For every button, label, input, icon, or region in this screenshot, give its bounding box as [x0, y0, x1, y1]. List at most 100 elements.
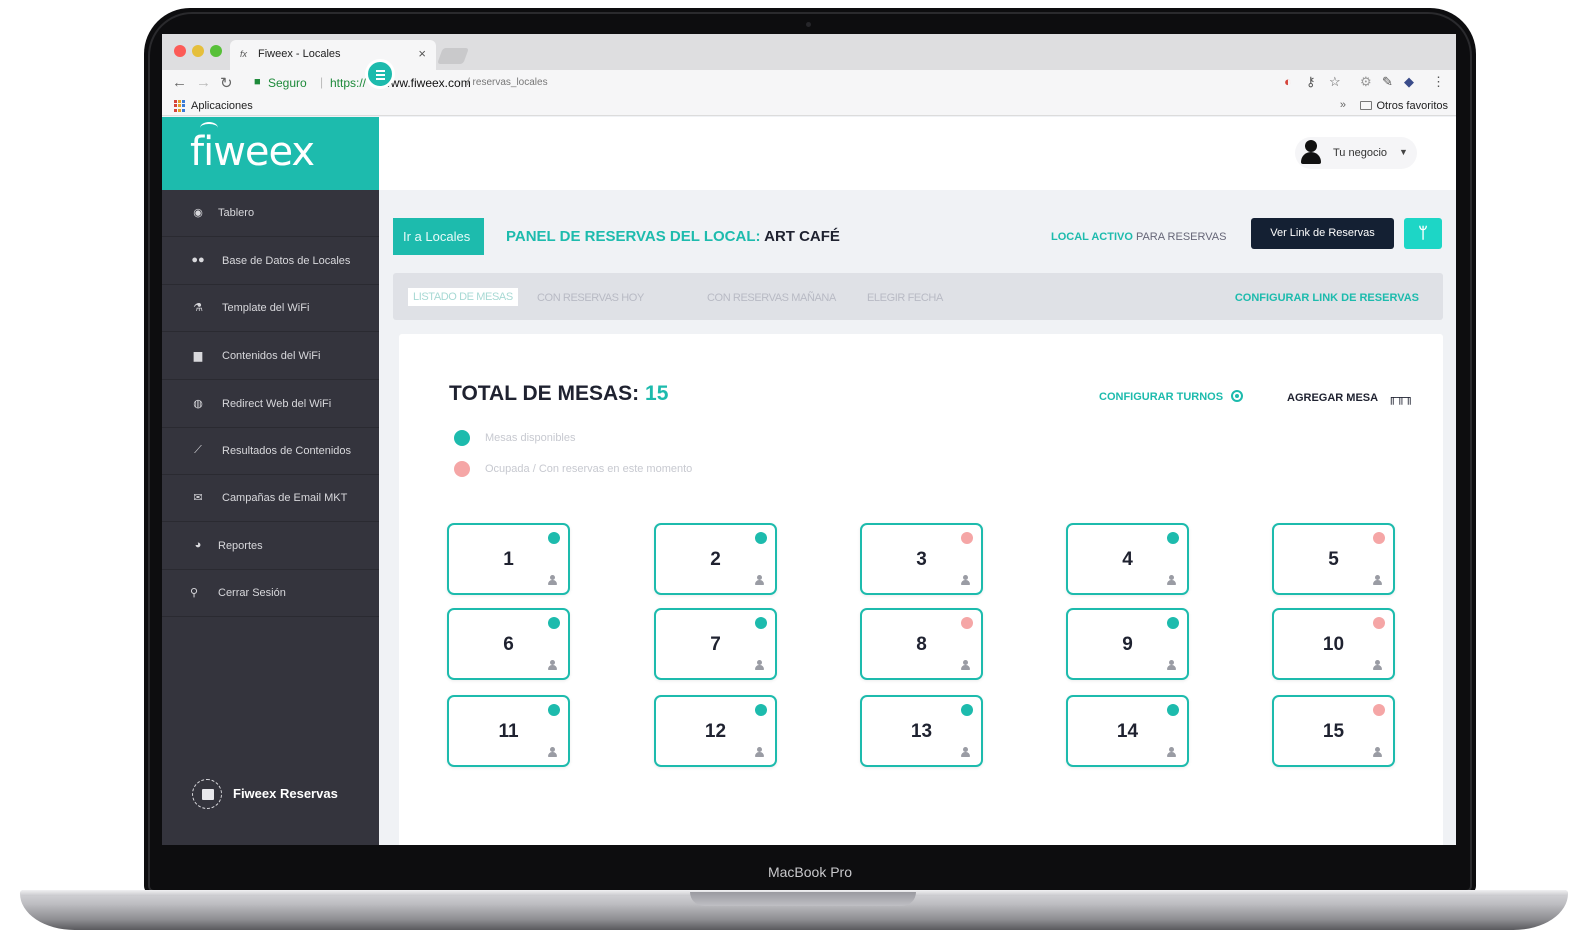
status-dot-icon — [548, 704, 560, 716]
table-card[interactable]: 12 — [654, 695, 777, 767]
key-icon[interactable]: ⚷ — [1306, 74, 1316, 90]
status-dot-icon — [755, 617, 767, 629]
bookmarks-overflow-icon[interactable]: » — [1340, 99, 1346, 111]
view-reservation-link-button[interactable]: Ver Link de Reservas — [1251, 218, 1394, 249]
envelope-icon: ✉ — [193, 492, 203, 504]
configure-link-button[interactable]: CONFIGURAR LINK DE RESERVAS — [1235, 292, 1419, 304]
table-card[interactable]: 5 — [1272, 523, 1395, 595]
sidebar-item-redirect-web[interactable]: ◍ Redirect Web del WiFi — [162, 381, 379, 428]
table-card[interactable]: 8 — [860, 608, 983, 680]
search-icon: ⚲ — [189, 587, 199, 599]
favicon-icon: fx — [240, 49, 248, 59]
close-window-button[interactable] — [174, 45, 186, 57]
pie-chart-icon: ◕ — [194, 539, 202, 551]
other-bookmarks[interactable]: Otros favoritos — [1360, 100, 1448, 112]
status-dot-icon — [961, 532, 973, 544]
shield-icon[interactable]: ◆ — [1404, 74, 1414, 90]
users-icon: ●● — [191, 254, 205, 266]
available-dot-icon — [454, 430, 470, 446]
occupied-dot-icon — [454, 461, 470, 477]
status-dot-icon — [1167, 532, 1179, 544]
person-icon — [961, 660, 970, 670]
apps-grid-icon[interactable] — [174, 100, 186, 112]
maximize-window-button[interactable] — [210, 45, 222, 57]
page: MacBook Pro fx Fiweex - Locales × ← → ↻ … — [0, 0, 1575, 936]
star-icon[interactable]: ☆ — [1329, 74, 1341, 90]
forward-arrow-icon[interactable]: → — [196, 74, 211, 91]
status-dot-icon — [1373, 704, 1385, 716]
url-host: www.fiweex.com — [382, 76, 471, 90]
minimize-window-button[interactable] — [192, 45, 204, 57]
tabs-strip: LISTADO DE MESAS CON RESERVAS HOY CON RE… — [393, 273, 1443, 320]
close-tab-icon[interactable]: × — [418, 46, 426, 61]
person-icon — [755, 747, 764, 757]
sidebar-item-base-de-datos[interactable]: ●● Base de Datos de Locales — [162, 238, 379, 285]
menu-toggle-button[interactable] — [365, 59, 395, 89]
configure-shifts-label: CONFIGURAR TURNOS — [1099, 391, 1224, 403]
tab-con-reservas-hoy[interactable]: CON RESERVAS HOY — [537, 292, 644, 304]
secure-label: Seguro — [268, 76, 307, 90]
status-dot-icon — [548, 617, 560, 629]
person-icon — [548, 575, 557, 585]
tab-listado-de-mesas[interactable]: LISTADO DE MESAS — [408, 288, 518, 306]
laptop-notch — [690, 892, 916, 906]
configure-shifts-button[interactable]: CONFIGURAR TURNOS — [1099, 390, 1244, 403]
table-number: 11 — [498, 721, 519, 742]
tab-elegir-fecha[interactable]: ELEGIR FECHA — [867, 292, 943, 304]
table-number: 13 — [910, 721, 933, 742]
footer-brand-label: Fiweex Reservas — [233, 786, 338, 801]
back-arrow-icon[interactable]: ← — [172, 74, 187, 91]
camera-icon — [806, 22, 811, 27]
table-number: 5 — [1328, 549, 1339, 570]
new-tab-button[interactable] — [437, 48, 469, 64]
status-dot-icon — [548, 532, 560, 544]
table-card[interactable]: 9 — [1066, 608, 1189, 680]
table-card[interactable]: 7 — [654, 608, 777, 680]
local-status-strong: LOCAL ACTIVO — [1051, 231, 1133, 243]
table-card[interactable]: 14 — [1066, 695, 1189, 767]
pen-icon[interactable]: ✎ — [1382, 74, 1393, 90]
table-number: 4 — [1122, 549, 1133, 570]
sidebar-item-template-wifi[interactable]: ⚗ Template del WiFi — [162, 285, 379, 332]
table-card[interactable]: 2 — [654, 523, 777, 595]
apps-bookmark[interactable]: Aplicaciones — [191, 100, 253, 112]
extension-icon[interactable]: ◐ — [1284, 74, 1292, 89]
table-card[interactable]: 4 — [1066, 523, 1189, 595]
sidebar-item-reportes[interactable]: ◕ Reportes — [162, 523, 379, 570]
browser-tab[interactable]: fx Fiweex - Locales × — [230, 40, 436, 70]
table-card[interactable]: 3 — [860, 523, 983, 595]
table-card[interactable]: 6 — [447, 608, 570, 680]
sidebar-item-label: Tablero — [218, 207, 255, 219]
extension-icon[interactable]: ⚙ — [1360, 74, 1372, 90]
table-card[interactable]: 10 — [1272, 608, 1395, 680]
table-card[interactable]: 15 — [1272, 695, 1395, 767]
reload-icon[interactable]: ↻ — [220, 74, 233, 92]
sidebar-item-contenidos-wifi[interactable]: ▆ Contenidos del WiFi — [162, 333, 379, 380]
person-icon — [961, 747, 970, 757]
go-to-locales-button[interactable]: Ir a Locales — [393, 218, 484, 255]
logo[interactable]: fiweex — [190, 129, 315, 175]
add-table-button[interactable]: AGREGAR MESA ╓╥╖ — [1287, 390, 1414, 404]
sidebar-item-cerrar-sesion[interactable]: ⚲ Cerrar Sesión — [162, 570, 379, 617]
table-card[interactable]: 1 — [447, 523, 570, 595]
target-icon — [1231, 390, 1244, 402]
sidebar-item-tablero[interactable]: ◉ Tablero — [162, 190, 379, 237]
fork-knife-icon[interactable]: ᛘ — [1404, 218, 1442, 249]
sidebar-item-label: Redirect Web del WiFi — [222, 398, 332, 410]
status-dot-icon — [1167, 617, 1179, 629]
address-bar[interactable]: ■ Seguro | https:// www.fiweex.com / res… — [244, 73, 1284, 93]
user-menu[interactable]: Tu negocio ▼ — [1295, 137, 1417, 169]
tab-con-reservas-manana[interactable]: CON RESERVAS MAÑANA — [707, 292, 836, 304]
table-card[interactable]: 11 — [447, 695, 570, 767]
table-card[interactable]: 13 — [860, 695, 983, 767]
menu-dots-icon[interactable]: ⋮ — [1432, 74, 1445, 90]
sidebar-item-label: Resultados de Contenidos — [222, 445, 352, 457]
table-number: 6 — [503, 634, 514, 655]
url-path: / reservas_locales — [467, 77, 548, 88]
status-dot-icon — [961, 704, 973, 716]
sidebar-item-resultados[interactable]: ⟋ Resultados de Contenidos — [162, 428, 379, 475]
table-icon: ╓╥╖ — [1388, 390, 1414, 404]
legend-label: Ocupada / Con reservas en este momento — [485, 463, 693, 475]
sidebar-item-campanas[interactable]: ✉ Campañas de Email MKT — [162, 475, 379, 522]
table-number: 15 — [1322, 721, 1345, 742]
